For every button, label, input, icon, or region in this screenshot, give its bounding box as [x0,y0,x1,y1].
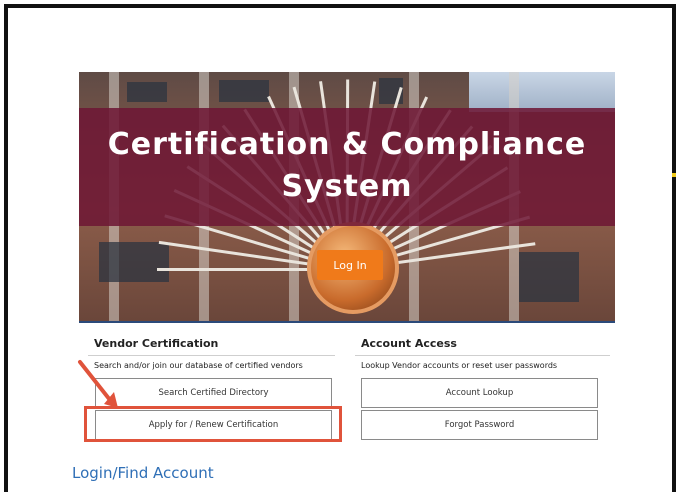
account-access-heading: Account Access [361,337,457,350]
login-find-account-link[interactable]: Login/Find Account [72,464,214,482]
sky-background [469,72,615,112]
vendor-section-rule [88,355,335,356]
annotation-arrow-icon [78,360,118,408]
hero-banner: Certification & Compliance System Log In [79,72,615,322]
account-description: Lookup Vendor accounts or reset user pas… [361,361,558,370]
title-line-1: Certification & Compliance [107,127,587,162]
account-lookup-button[interactable]: Account Lookup [361,378,598,408]
page-title: Certification & Compliance System [79,124,615,208]
title-line-2: System [281,169,413,204]
vendor-description: Search and/or join our database of certi… [94,361,303,370]
vendor-certification-heading: Vendor Certification [94,337,219,350]
account-section-rule [355,355,610,356]
search-directory-button[interactable]: Search Certified Directory [95,378,332,408]
login-button[interactable]: Log In [317,250,383,280]
forgot-password-button[interactable]: Forgot Password [361,410,598,440]
hero-divider [79,321,615,323]
